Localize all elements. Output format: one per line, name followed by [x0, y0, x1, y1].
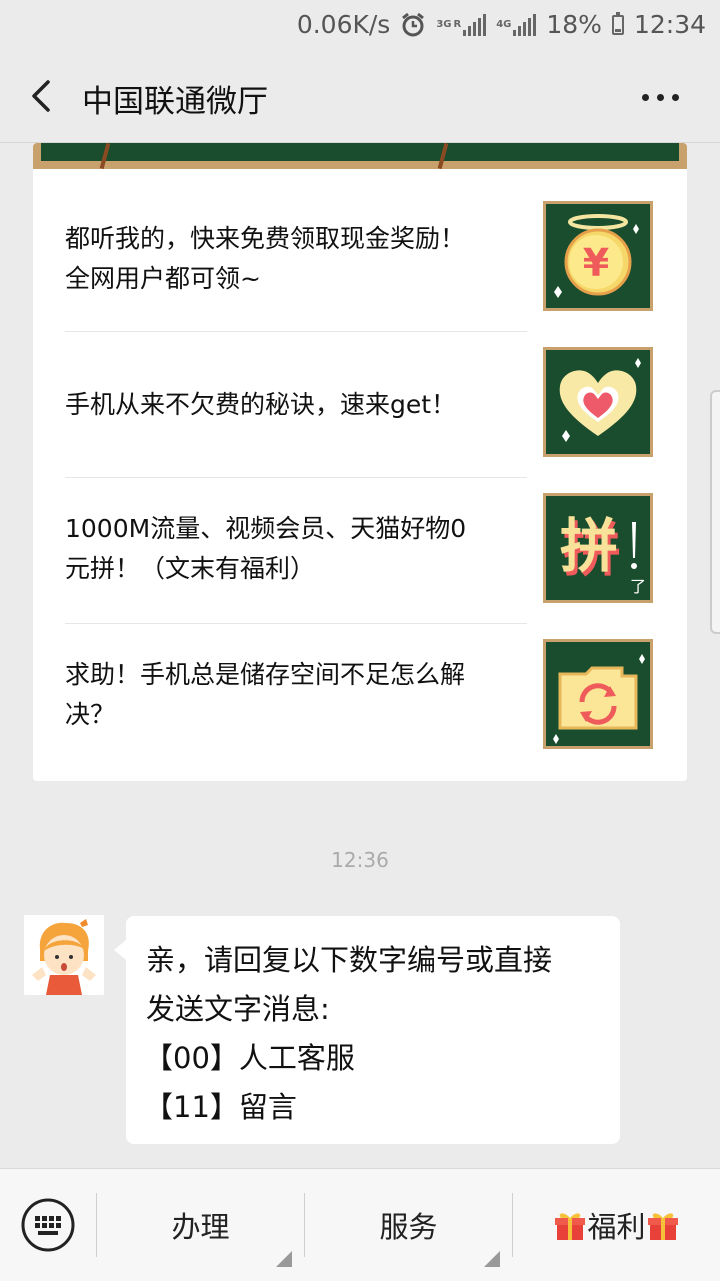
- article-item[interactable]: 手机从来不欠费的秘诀，速来get！: [33, 331, 687, 477]
- signal-3g: 3G R: [436, 13, 487, 36]
- submenu-indicator-icon: [276, 1251, 292, 1267]
- dot-icon: [657, 93, 664, 101]
- pin-small-text: 了: [630, 577, 646, 596]
- dot-icon: [672, 93, 679, 101]
- article-title: 1000M流量、视频会员、天猫好物0元拼！（文末有福利）: [65, 514, 467, 583]
- message-option-line[interactable]: 【11】留言: [144, 1083, 602, 1132]
- bottom-menu-bar: 办理 服务 福利: [0, 1168, 720, 1281]
- title-bar: 中国联通微厅: [0, 52, 720, 143]
- article-item[interactable]: 1000M流量、视频会员、天猫好物0元拼！（文末有福利） 拼 拼 了: [33, 477, 687, 623]
- article-title: 手机从来不欠费的秘诀，速来get！: [65, 390, 457, 419]
- signal-bars-icon: [513, 13, 537, 36]
- chalkboard-strip: [41, 143, 679, 161]
- menu-item-label: 办理: [171, 1210, 230, 1244]
- message-line: 发送文字消息:: [146, 992, 330, 1026]
- more-options-button[interactable]: [642, 84, 690, 110]
- article-thumbnail: 拼 拼 了: [543, 493, 653, 603]
- battery-icon: [611, 11, 624, 35]
- network-type-2: 4G: [496, 18, 512, 30]
- alarm-icon: [402, 12, 425, 36]
- message-line: 亲，请回复以下数字编号或直接: [146, 943, 553, 977]
- article-title: 都听我的，快来免费领取现金奖励！全网用户都可领~: [65, 224, 466, 293]
- signal-4g: 4G: [496, 13, 537, 36]
- gift-icon: [555, 1213, 586, 1240]
- pin-text: 拼: [560, 512, 618, 580]
- gift-icon: [647, 1213, 678, 1240]
- pin-text-icon: 拼 拼 了: [560, 512, 646, 596]
- message-timestamp: 12:36: [331, 848, 389, 872]
- article-thumbnail: [543, 347, 653, 457]
- yuan-coin-icon: ¥: [554, 214, 639, 298]
- menu-item-service[interactable]: 服务: [305, 1169, 512, 1281]
- menu-item-handle[interactable]: 办理: [97, 1169, 304, 1281]
- article-item[interactable]: 求助！手机总是储存空间不足怎么解决？: [33, 623, 687, 769]
- svg-text:¥: ¥: [583, 241, 609, 285]
- article-title: 求助！手机总是储存空间不足怎么解决？: [65, 660, 466, 729]
- message-bubble[interactable]: 亲，请回复以下数字编号或直接 发送文字消息: 【00】人工客服 【11】留言: [114, 916, 620, 1144]
- menu-item-benefits[interactable]: 福利: [513, 1169, 720, 1281]
- heart-icon: [559, 358, 641, 442]
- cartoon-girl-avatar-icon: [24, 915, 104, 995]
- battery-percent: 18%: [546, 10, 602, 39]
- roaming-flag: R: [453, 18, 462, 30]
- article-thumbnail: [543, 639, 653, 749]
- menu-item-label: 服务: [379, 1210, 438, 1244]
- keyboard-toggle-icon[interactable]: [20, 1197, 76, 1253]
- folder-refresh-icon: [553, 654, 645, 744]
- network-type-1: 3G: [436, 18, 452, 30]
- dot-icon: [642, 93, 649, 101]
- clock: 12:34: [633, 10, 706, 39]
- network-speed: 0.06K/s: [296, 10, 391, 39]
- avatar[interactable]: [24, 915, 104, 995]
- menu-item-label: 福利: [587, 1210, 646, 1244]
- page-title: 中国联通微厅: [82, 84, 268, 120]
- article-card: 都听我的，快来免费领取现金奖励！全网用户都可领~ ¥ 手机从来不欠费的秘诀，速来…: [33, 143, 687, 781]
- scrollbar[interactable]: [710, 390, 720, 634]
- status-bar: 0.06K/s 3G R 4G 18% 12:34: [0, 0, 720, 52]
- card-header-image[interactable]: [33, 143, 687, 170]
- message-option-line[interactable]: 【00】人工客服: [144, 1034, 602, 1083]
- submenu-indicator-icon: [484, 1251, 500, 1267]
- article-item[interactable]: 都听我的，快来免费领取现金奖励！全网用户都可领~ ¥: [33, 185, 687, 331]
- status-bar-right: 0.06K/s 3G R 4G 18% 12:34: [297, 10, 706, 39]
- signal-bars-icon: [463, 13, 487, 36]
- back-arrow-icon[interactable]: [20, 74, 64, 118]
- article-thumbnail: ¥: [543, 201, 653, 311]
